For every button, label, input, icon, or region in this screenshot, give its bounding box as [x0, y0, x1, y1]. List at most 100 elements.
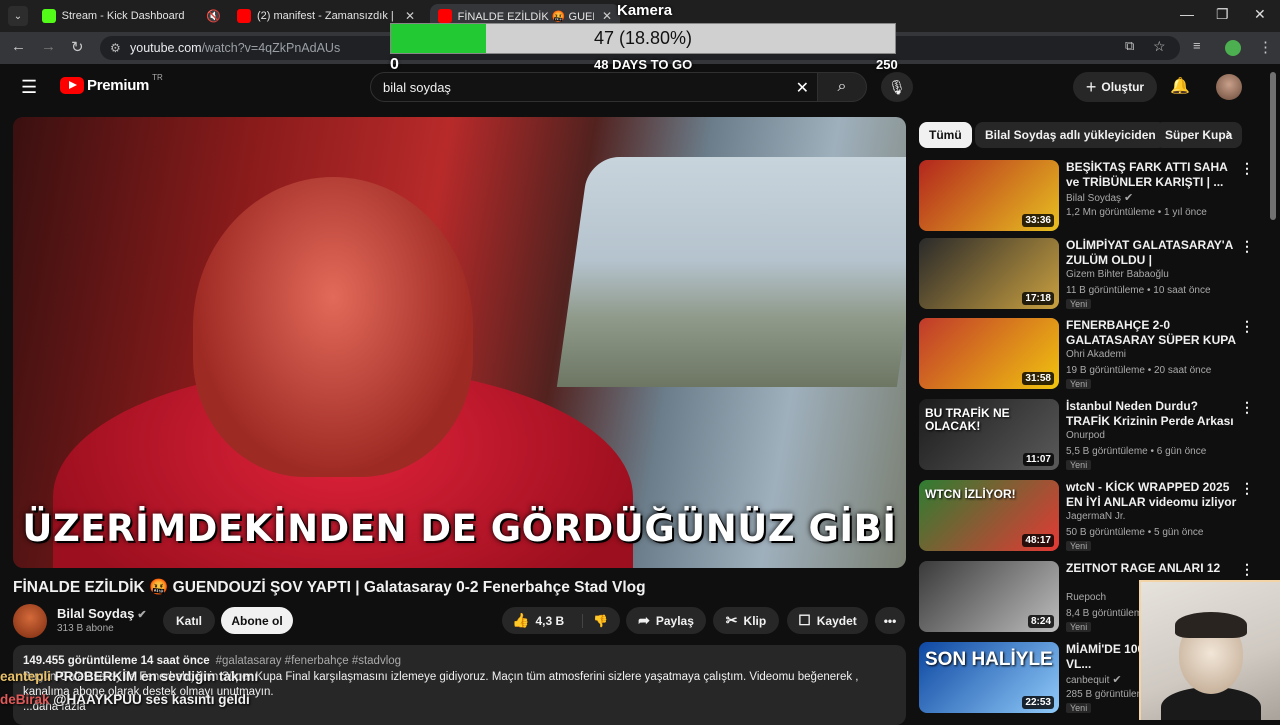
recommendation-channel[interactable]: Ruepoch — [1066, 592, 1106, 603]
recommendation-meta: 8,4 B görüntüleme — [1066, 608, 1148, 619]
recommendation-channel[interactable]: Ohri Akademi — [1066, 349, 1126, 360]
video-person-head — [193, 177, 473, 477]
clear-search-icon[interactable]: ✕ — [796, 78, 809, 98]
more-vert-icon[interactable]: ⋮ — [1240, 399, 1254, 416]
video-thumbnail[interactable]: 31:58 — [919, 318, 1059, 389]
menu-dots-icon[interactable]: ⋮ — [1258, 38, 1273, 56]
thumbnail-text: WTCN İZLİYOR! — [925, 487, 1016, 501]
bookmark-star-icon[interactable]: ☆ — [1153, 38, 1166, 55]
more-actions-button[interactable]: ••• — [875, 607, 905, 634]
thumbnail-text: BU TRAFİK NE OLACAK! — [925, 406, 1010, 434]
thumbs-up-icon[interactable]: 👍 — [512, 612, 529, 629]
recommendation-channel[interactable]: Gizem Bihter Babaoğlu — [1066, 269, 1169, 280]
video-thumbnail[interactable]: 17:18 — [919, 238, 1059, 309]
profile-icon[interactable] — [1225, 40, 1241, 56]
join-button[interactable]: Katıl — [163, 607, 215, 634]
chevron-right-icon[interactable]: › — [1226, 125, 1231, 143]
youtube-play-icon — [60, 77, 84, 94]
video-thumbnail[interactable]: BU TRAFİK NE OLACAK! 11:07 — [919, 399, 1059, 470]
thumbs-down-icon[interactable]: 👎 — [582, 613, 608, 628]
search-query: bilal soydaş — [383, 80, 451, 95]
tab-title: FİNALDE EZİLDİK 🤬 GUENDOUZİ ŞOV — [457, 10, 594, 23]
tab-search-button[interactable]: ⌄ — [8, 6, 28, 26]
reload-icon[interactable]: ↻ — [71, 38, 84, 56]
search-input[interactable]: bilal soydaş ✕ — [370, 72, 820, 102]
new-badge: Yeni — [1066, 379, 1092, 389]
recommendation-meta: 11 B görüntüleme • 10 saat önce — [1066, 285, 1211, 296]
recommendation-channel[interactable]: Bilal Soydaş ✔ — [1066, 191, 1133, 204]
page-scrollbar[interactable] — [1270, 72, 1276, 220]
clip-label: Klip — [743, 613, 767, 628]
recommendation-meta: 50 B görüntüleme • 5 gün önce — [1066, 527, 1204, 538]
chip-all[interactable]: Tümü — [919, 122, 972, 148]
media-icon[interactable]: ≡ — [1193, 38, 1201, 53]
chip-from-uploader[interactable]: Bilal Soydaş adlı yükleyiciden — [975, 122, 1166, 148]
recommendation-meta: 19 B görüntüleme • 20 saat önce — [1066, 365, 1212, 376]
more-vert-icon[interactable]: ⋮ — [1240, 318, 1254, 335]
youtube-logo[interactable]: Premium TR — [60, 73, 163, 94]
minimize-icon[interactable]: — — [1180, 6, 1194, 22]
recommendation-item[interactable]: 33:36 BEŞİKTAŞ FARK ATTI SAHA ve TRİBÜNLE… — [919, 160, 1269, 232]
close-tab-icon[interactable]: ✕ — [602, 9, 612, 23]
voice-search-button[interactable]: 🎙 — [881, 72, 913, 102]
new-badge: Yeni — [1066, 541, 1092, 551]
duration-badge: 33:36 — [1022, 214, 1054, 227]
more-vert-icon[interactable]: ⋮ — [1240, 238, 1254, 255]
recommendation-channel[interactable]: Onurpod — [1066, 430, 1105, 441]
tab-title: Stream - Kick Dashboard — [61, 10, 185, 22]
recommendation-title[interactable]: BEŞİKTAŞ FARK ATTI SAHA ve TRİBÜNLER KAR… — [1066, 160, 1238, 190]
video-thumbnail[interactable]: WTCN İZLİYOR! 48:17 — [919, 480, 1059, 551]
more-vert-icon[interactable]: ⋮ — [1240, 160, 1254, 177]
hamburger-menu-icon[interactable]: ☰ — [21, 77, 37, 98]
goal-progress-bar: 47 (18.80%) — [390, 23, 896, 54]
video-thumbnail[interactable]: SON HALİYLE 22:53 — [919, 642, 1059, 713]
tab-kick-dashboard[interactable]: Stream - Kick Dashboard 🔇 — [34, 4, 229, 28]
recommendation-title[interactable]: OLİMPİYAT GALATASARAY'A ZULÜM OLDU | GAL… — [1066, 238, 1238, 268]
video-thumbnail[interactable]: 8:24 — [919, 561, 1059, 632]
hashtags[interactable]: #galatasaray #fenerbahçe #stadvlog — [216, 655, 401, 667]
new-badge: Yeni — [1066, 299, 1092, 309]
chat-username: eantepli — [0, 669, 52, 684]
mute-icon[interactable]: 🔇 — [206, 9, 221, 23]
site-info-icon[interactable]: ⚙ — [110, 41, 121, 55]
recommendation-title[interactable]: İstanbul Neden Durdu? TRAFİK Krizinin Pe… — [1066, 399, 1238, 429]
install-icon[interactable]: ⧉ — [1125, 38, 1134, 54]
recommendation-title[interactable]: ZEITNOT RAGE ANLARI 12 — [1066, 561, 1238, 576]
verified-icon: ✔ — [1124, 192, 1134, 204]
recommendation-title[interactable]: wtcN - KİCK WRAPPED 2025 EN İYİ ANLAR vi… — [1066, 480, 1238, 510]
like-count[interactable]: 4,3 B — [535, 614, 564, 628]
recommendation-title[interactable]: FENERBAHÇE 2-0 GALATASARAY SÜPER KUPA ..… — [1066, 318, 1238, 348]
recommendation-channel[interactable]: JagermaN Jr. — [1066, 511, 1125, 522]
account-avatar[interactable] — [1216, 74, 1242, 100]
recommendation-item[interactable]: WTCN İZLİYOR! 48:17 wtcN - KİCK WRAPPED 20… — [919, 480, 1269, 552]
goal-progress-text: 47 (18.80%) — [593, 28, 693, 48]
video-caption: ÜZERİMDEKİNDEN DE GÖRDÜĞÜNÜZ GİBİ — [22, 507, 897, 550]
recommendation-meta: 1,2 Mn görüntüleme • 1 yıl önce — [1066, 207, 1207, 218]
more-vert-icon[interactable]: ⋮ — [1240, 561, 1254, 578]
channel-avatar[interactable] — [13, 604, 47, 638]
forward-icon[interactable]: → — [41, 38, 56, 55]
subscribe-button[interactable]: Abone ol — [221, 607, 293, 634]
more-vert-icon[interactable]: ⋮ — [1240, 480, 1254, 497]
create-button[interactable]: + Oluştur — [1073, 72, 1157, 102]
share-button[interactable]: ➦ Paylaş — [626, 607, 706, 634]
recommendation-channel[interactable]: canbequit ✔ — [1066, 673, 1122, 686]
notifications-bell-icon[interactable]: 🔔 — [1170, 76, 1190, 96]
channel-name[interactable]: Bilal Soydaş ✔ — [57, 606, 147, 621]
recommendation-item[interactable]: BU TRAFİK NE OLACAK! 11:07 İstanbul Neden … — [919, 399, 1269, 471]
save-button[interactable]: ☐ Kaydet — [787, 607, 868, 634]
search-button[interactable]: ⌕ — [817, 72, 867, 102]
description-box[interactable]: 149.455 görüntüleme 14 saat önce #galatas… — [13, 645, 906, 725]
maximize-icon[interactable]: ❐ — [1216, 6, 1229, 23]
verified-icon: ✔ — [137, 609, 147, 621]
close-tab-icon[interactable]: ✕ — [405, 9, 415, 23]
close-window-icon[interactable]: ✕ — [1254, 6, 1266, 23]
back-icon[interactable]: ← — [11, 38, 26, 55]
goal-days-label: 48 DAYS TO GO — [594, 57, 693, 72]
recommendation-item[interactable]: 31:58 FENERBAHÇE 2-0 GALATASARAY SÜPER KU… — [919, 318, 1269, 390]
video-player[interactable]: ÜZERİMDEKİNDEN DE GÖRDÜĞÜNÜZ GİBİ — [13, 117, 906, 568]
recommendation-item[interactable]: 17:18 OLİMPİYAT GALATASARAY'A ZULÜM OLDU … — [919, 238, 1269, 310]
clip-button[interactable]: ✂ Klip — [713, 607, 779, 634]
new-badge: Yeni — [1066, 622, 1092, 632]
video-thumbnail[interactable]: 33:36 — [919, 160, 1059, 231]
